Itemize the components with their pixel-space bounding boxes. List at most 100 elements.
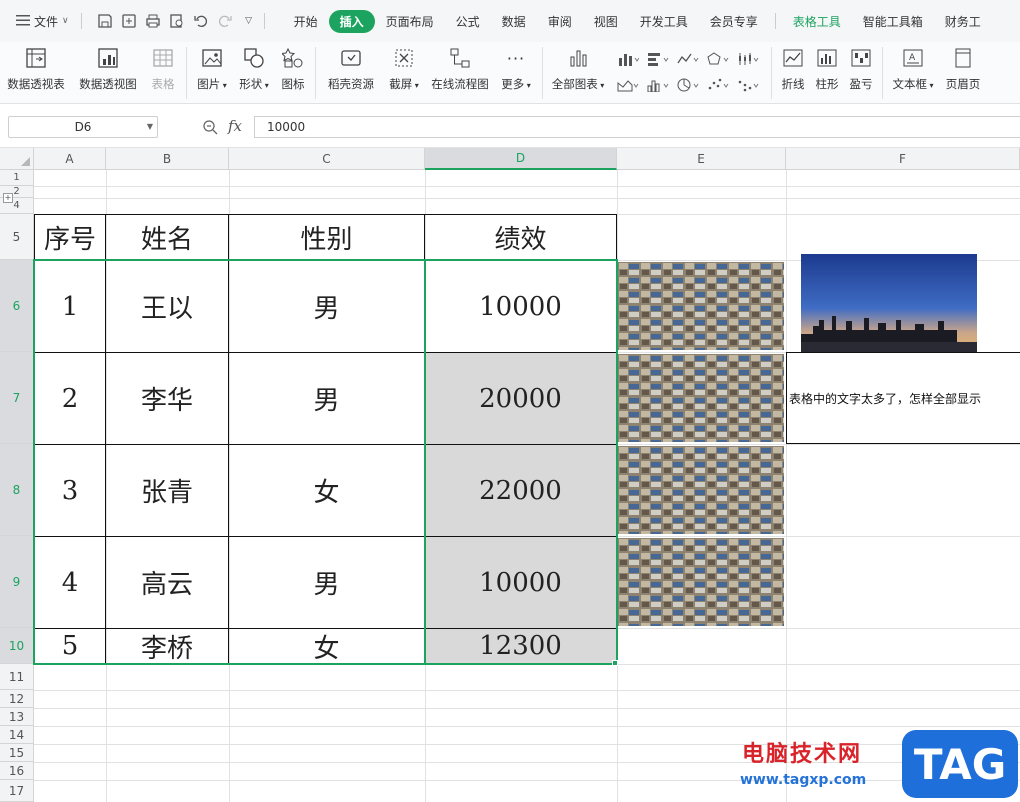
tab-review[interactable]: 审阅 — [537, 10, 583, 33]
docer-resources-button[interactable]: 稻壳资源 — [320, 42, 382, 100]
tab-finance[interactable]: 财务工 — [934, 10, 992, 33]
pivot-table-label: 数据透视表 — [7, 77, 65, 91]
resources-label: 稻壳资源 — [328, 77, 374, 91]
pivot-table-icon — [24, 46, 48, 70]
tab-page-layout[interactable]: 页面布局 — [375, 10, 445, 33]
sparkline-line-label: 折线 — [781, 77, 805, 91]
radar-chart-icon[interactable] — [703, 50, 733, 68]
undo-icon[interactable] — [192, 12, 210, 30]
row-header-12[interactable]: 12 — [0, 690, 34, 708]
row-selection-outline — [33, 259, 426, 665]
row-header-7[interactable]: 7 — [0, 352, 34, 444]
table-header-cell[interactable]: 序号 — [35, 215, 105, 260]
pivot-table-button[interactable]: 数据透视表 — [0, 42, 72, 100]
f7-cell-border — [786, 443, 1020, 444]
tab-formulas[interactable]: 公式 — [445, 10, 491, 33]
expand-rows-icon[interactable]: + — [3, 193, 13, 203]
icon-library-button[interactable]: 图标 — [275, 42, 311, 100]
pivot-chart-button[interactable]: 数据透视图 — [72, 42, 144, 100]
row-header-10[interactable]: 10 — [0, 628, 34, 664]
export-pdf-icon[interactable] — [120, 12, 138, 30]
sparkline-column-button[interactable]: 柱形 — [810, 42, 844, 100]
column-header-c[interactable]: C — [229, 148, 425, 170]
chevron-down-icon[interactable]: ▼ — [147, 117, 153, 137]
table-header-cell[interactable]: 绩效 — [425, 215, 616, 260]
separator — [882, 47, 883, 99]
row-header-1[interactable]: 1 — [0, 170, 34, 186]
stock-chart-icon[interactable] — [733, 50, 763, 68]
separator — [80, 13, 82, 29]
save-icon[interactable] — [96, 12, 114, 30]
all-charts-button[interactable]: 全部图表 ▾ — [547, 42, 609, 100]
header-footer-button[interactable]: 页眉页 — [939, 42, 987, 100]
tab-home[interactable]: 开始 — [283, 10, 329, 33]
ribbon-tabs: 开始 插入 页面布局 公式 数据 审阅 视图 开发工具 会员专享 表格工具 智能… — [283, 9, 992, 33]
gridline — [34, 780, 1020, 781]
textbox-button[interactable]: A 文本框 ▾ — [887, 42, 939, 100]
combo-chart-icon[interactable] — [733, 76, 763, 94]
city-photo-thumbnail[interactable] — [618, 262, 784, 350]
table-header-cell[interactable]: 性别 — [229, 215, 424, 260]
tab-data[interactable]: 数据 — [491, 10, 537, 33]
tab-insert[interactable]: 插入 — [328, 9, 375, 33]
customize-toolbar-icon[interactable]: ▽ — [240, 12, 258, 30]
tab-member[interactable]: 会员专享 — [699, 10, 769, 33]
table-header-cell[interactable]: 姓名 — [106, 215, 228, 260]
screenshot-button[interactable]: 截屏 ▾ — [382, 42, 426, 100]
tab-developer[interactable]: 开发工具 — [629, 10, 699, 33]
picture-button[interactable]: 图片 ▾ — [191, 42, 233, 100]
city-photo-thumbnail[interactable] — [618, 538, 784, 626]
column-header-e[interactable]: E — [617, 148, 786, 170]
pie-chart-icon[interactable] — [673, 76, 703, 94]
fill-handle[interactable] — [612, 660, 618, 666]
flowchart-button[interactable]: 在线流程图 — [426, 42, 494, 100]
row-header-11[interactable]: 11 — [0, 664, 34, 690]
select-all-button[interactable] — [0, 148, 34, 170]
formula-input[interactable]: 10000 — [254, 116, 1020, 138]
print-preview-icon[interactable] — [168, 12, 186, 30]
column-header-b[interactable]: B — [106, 148, 229, 170]
skyline-photo[interactable] — [801, 254, 977, 352]
tab-smart-toolbox[interactable]: 智能工具箱 — [852, 10, 934, 33]
f7-cell-text[interactable]: 表格中的文字太多了，怎样全部显示 — [789, 390, 981, 407]
area-chart-icon[interactable] — [613, 76, 643, 94]
column-header-d[interactable]: D — [425, 148, 617, 170]
zoom-icon[interactable] — [202, 119, 218, 138]
row-header-5[interactable]: 5 — [0, 214, 34, 260]
sparkline-winloss-button[interactable]: 盈亏 — [844, 42, 878, 100]
row-header-16[interactable]: 16 — [0, 762, 34, 780]
print-icon[interactable] — [144, 12, 162, 30]
cell-reference: D6 — [74, 120, 92, 134]
redo-icon[interactable] — [216, 12, 234, 30]
shape-icon — [242, 46, 266, 70]
scatter-chart-icon[interactable] — [703, 76, 733, 94]
column-header-f[interactable]: F — [786, 148, 1020, 170]
sparkline-line-button[interactable]: 折线 — [776, 42, 810, 100]
city-photo-thumbnail[interactable] — [618, 354, 784, 442]
city-photo-thumbnail[interactable] — [618, 446, 784, 534]
column-chart-icon[interactable] — [613, 50, 643, 68]
line-chart-icon[interactable] — [673, 50, 703, 68]
separator — [771, 47, 772, 99]
file-menu-button[interactable]: 文件 ∨ — [10, 8, 75, 34]
shape-button[interactable]: 形状 ▾ — [233, 42, 275, 100]
tab-table-tools[interactable]: 表格工具 — [782, 10, 852, 33]
tab-view[interactable]: 视图 — [583, 10, 629, 33]
table-button[interactable]: 表格 — [144, 42, 182, 100]
row-header-9[interactable]: 9 — [0, 536, 34, 628]
row-header-6[interactable]: 6 — [0, 260, 34, 352]
histogram-icon[interactable] — [643, 76, 673, 94]
row-header-13[interactable]: 13 — [0, 708, 34, 726]
shape-text: 形状 — [239, 77, 263, 91]
row-header-14[interactable]: 14 — [0, 726, 34, 744]
function-icon[interactable]: fx — [228, 117, 242, 135]
row-header-8[interactable]: 8 — [0, 444, 34, 536]
row-header-17[interactable]: 17 — [0, 780, 34, 802]
gridline — [34, 762, 1020, 763]
more-button[interactable]: ··· 更多 ▾ — [494, 42, 538, 100]
bar-chart-horizontal-icon[interactable] — [643, 50, 673, 68]
row-header-15[interactable]: 15 — [0, 744, 34, 762]
name-box[interactable]: D6 ▼ — [8, 116, 158, 138]
active-range-outline — [424, 259, 618, 665]
column-header-a[interactable]: A — [34, 148, 106, 170]
